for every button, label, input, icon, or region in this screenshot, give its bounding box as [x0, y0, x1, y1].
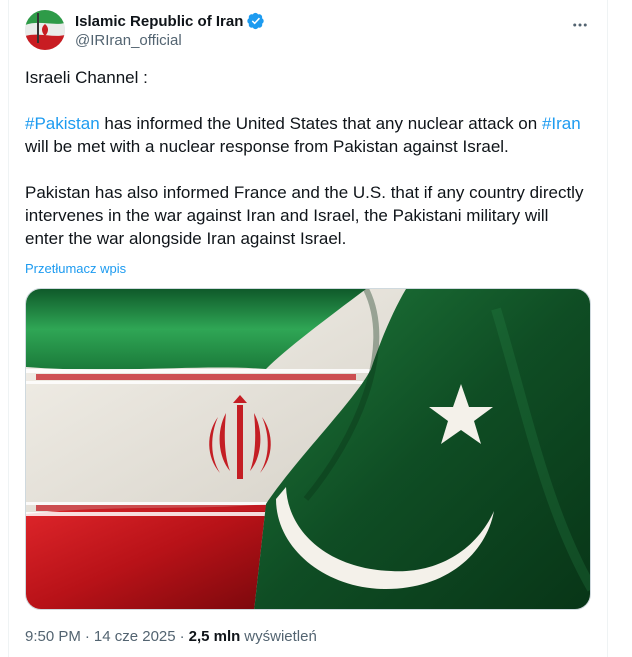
tweet-text-segment: has informed the United States that any …: [99, 114, 542, 133]
meta-separator: ·: [84, 628, 90, 645]
display-name-row: Islamic Republic of Iran: [75, 11, 265, 31]
tweet-header: Islamic Republic of Iran @IRIran_officia…: [25, 10, 595, 54]
iran-flag-avatar-icon: [25, 10, 65, 50]
hashtag-iran[interactable]: #Iran: [542, 114, 581, 133]
tweet-paragraph-2: #Pakistan has informed the United States…: [25, 112, 585, 158]
hashtag-pakistan[interactable]: #Pakistan: [25, 114, 100, 133]
tweet-text-segment: will be met with a nuclear response from…: [25, 137, 509, 156]
tweet-paragraph-1: Israeli Channel :: [25, 66, 585, 89]
verified-badge-icon[interactable]: [247, 12, 265, 30]
tweet-paragraph-3: Pakistan has also informed France and th…: [25, 183, 584, 248]
translate-post-link[interactable]: Przetłumacz wpis: [25, 261, 126, 276]
iran-pakistan-flags-image: [26, 289, 590, 609]
avatar[interactable]: [25, 10, 65, 50]
author-handle[interactable]: @IRIran_official: [75, 32, 265, 49]
views-count: 2,5 mln: [188, 628, 241, 645]
more-button[interactable]: [565, 10, 595, 40]
display-name[interactable]: Islamic Republic of Iran: [75, 13, 243, 30]
author-names: Islamic Republic of Iran @IRIran_officia…: [75, 11, 265, 49]
tweet-text: Israeli Channel : #Pakistan has informed…: [25, 66, 585, 250]
meta-separator: ·: [179, 628, 185, 645]
more-horizontal-icon: [573, 23, 587, 27]
tweet-time[interactable]: 9:50 PM: [25, 628, 81, 645]
tweet-media-image[interactable]: [25, 288, 591, 610]
tweet-line-1: Israeli Channel :: [25, 68, 148, 87]
views-label: wyświetleń: [244, 628, 317, 645]
tweet-card: Islamic Republic of Iran @IRIran_officia…: [8, 0, 608, 657]
tweet-meta: 9:50 PM · 14 cze 2025 · 2,5 mln wyświetl…: [25, 628, 317, 645]
tweet-date[interactable]: 14 cze 2025: [94, 628, 176, 645]
